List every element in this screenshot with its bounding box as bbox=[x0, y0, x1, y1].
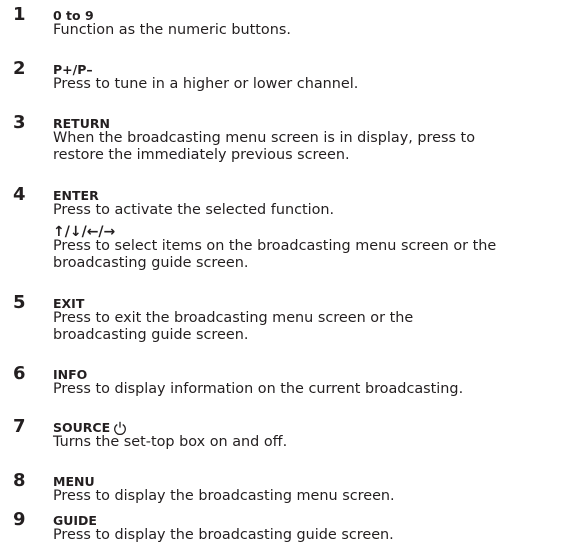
item-description-line: broadcasting guide screen. bbox=[53, 255, 249, 271]
item-description: When the broadcasting menu screen is in … bbox=[53, 130, 553, 164]
item-description: Press to activate the selected function. bbox=[53, 202, 335, 218]
item-number: 2 bbox=[13, 58, 26, 79]
item-title: INFO bbox=[53, 367, 88, 382]
item-number: 5 bbox=[13, 292, 26, 313]
item-number: 7 bbox=[13, 416, 26, 437]
item-number: 6 bbox=[13, 363, 26, 384]
item-description-line: broadcasting guide screen. bbox=[53, 327, 249, 343]
item-number: 9 bbox=[13, 509, 26, 530]
item-description-line: Press to exit the broadcasting menu scre… bbox=[53, 310, 414, 326]
item-title: ENTER bbox=[53, 188, 99, 203]
item-title: EXIT bbox=[53, 296, 85, 311]
item-title: 0 to 9 bbox=[53, 8, 94, 23]
item-number: 4 bbox=[13, 184, 26, 205]
item-description: Press to display the broadcasting guide … bbox=[53, 527, 394, 543]
item-number: 1 bbox=[13, 4, 26, 25]
item-title: GUIDE bbox=[53, 513, 97, 528]
item-title: RETURN bbox=[53, 116, 110, 131]
item-number: 3 bbox=[13, 112, 26, 133]
item-description-line: When the broadcasting menu screen is in … bbox=[53, 130, 475, 146]
item-number: 8 bbox=[13, 470, 26, 491]
item-description-line: restore the immediately previous screen. bbox=[53, 147, 350, 163]
item-description: Press to display information on the curr… bbox=[53, 381, 464, 397]
item-sub-description: Press to select items on the broadcastin… bbox=[53, 238, 553, 272]
item-description-line: Press to select items on the broadcastin… bbox=[53, 238, 497, 254]
item-title: MENU bbox=[53, 474, 95, 489]
item-description: Turns the set-top box on and off. bbox=[53, 434, 288, 450]
item-description: Press to exit the broadcasting menu scre… bbox=[53, 310, 553, 344]
item-description: Press to tune in a higher or lower chann… bbox=[53, 76, 359, 92]
item-description: Press to display the broadcasting menu s… bbox=[53, 488, 395, 504]
item-title: P+/P– bbox=[53, 62, 93, 77]
item-description: Function as the numeric buttons. bbox=[53, 22, 291, 38]
item-title-text: SOURCE bbox=[53, 420, 111, 435]
